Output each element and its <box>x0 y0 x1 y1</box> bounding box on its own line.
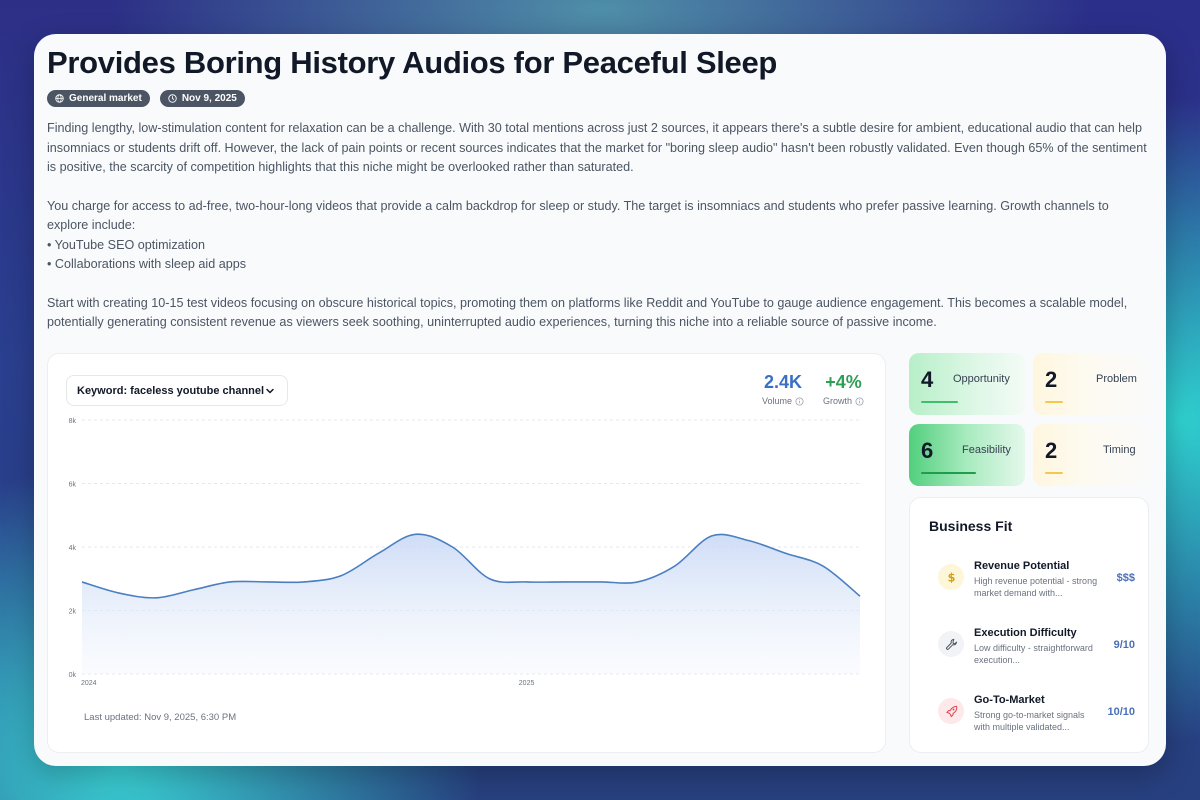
market-badge-label: General market <box>69 93 142 105</box>
y-tick-label: 2k <box>69 609 77 616</box>
page-title: Provides Boring History Audios for Peace… <box>47 45 778 80</box>
description: Finding lengthy, low-stimulation content… <box>47 119 1147 332</box>
last-updated: Last updated: Nov 9, 2025, 6:30 PM <box>84 712 237 723</box>
y-tick-label: 0k <box>69 672 77 679</box>
fit-desc: Strong go-to-market signals with multipl… <box>974 710 1085 732</box>
fit-value: 10/10 <box>1107 706 1135 718</box>
x-tick-label: 2024 <box>81 680 97 687</box>
score-opportunity-label: Opportunity <box>953 373 1010 385</box>
y-tick-label: 8k <box>69 418 77 425</box>
fit-row-execution[interactable]: Execution Difficulty Low difficulty - st… <box>929 627 1135 671</box>
growth-value: +4% <box>825 372 862 392</box>
score-problem-label: Problem <box>1096 373 1137 385</box>
description-paragraph-3: Start with creating 10-15 test videos fo… <box>47 295 1128 330</box>
date-badge[interactable]: Nov 9, 2025 <box>159 90 245 108</box>
date-badge-label: Nov 9, 2025 <box>181 93 237 105</box>
description-paragraph-2: You charge for access to ad-free, two-ho… <box>47 197 1147 275</box>
score-feasibility-value: 6 <box>921 438 934 463</box>
growth-channel-item: • YouTube SEO optimization <box>47 237 205 252</box>
business-fit-title: Business Fit <box>929 518 1013 534</box>
business-fit-card: Business Fit $ Revenue Potential High re… <box>909 497 1149 753</box>
badge-row: General market Nov 9, 2025 <box>47 90 1153 108</box>
score-feasibility-label: Feasibility <box>962 444 1011 456</box>
score-problem-value: 2 <box>1045 367 1058 392</box>
score-timing[interactable]: 2 Timing <box>1033 424 1149 486</box>
info-icon[interactable] <box>795 396 804 406</box>
fit-title: Revenue Potential <box>974 560 1070 572</box>
score-timing-label: Timing <box>1103 444 1136 456</box>
score-opportunity-bar <box>921 401 958 403</box>
growth-label: Growth <box>823 396 853 406</box>
y-tick-label: 6k <box>69 482 77 489</box>
volume-value: 2.4K <box>764 372 803 392</box>
description-paragraph-1: Finding lengthy, low-stimulation content… <box>47 121 1147 174</box>
growth-metric: +4% Growth <box>823 372 864 406</box>
fit-title: Go-To-Market <box>974 694 1045 706</box>
y-tick-label: 4k <box>69 545 77 552</box>
trend-chart-card: Keyword: faceless youtube channel 2.4K V… <box>47 353 886 753</box>
fit-desc: Low difficulty - straightforward executi… <box>974 643 1093 665</box>
score-opportunity-value: 4 <box>921 367 934 392</box>
idea-card: Provides Boring History Audios for Peace… <box>34 34 1166 766</box>
clock-icon <box>168 94 177 103</box>
info-icon[interactable] <box>855 396 864 406</box>
trend-chart: 0k 2k 4k 6k 8k 2024 2025 <box>69 418 861 687</box>
score-opportunity[interactable]: 4 Opportunity <box>909 353 1025 415</box>
keyword-dropdown-label: Keyword: faceless youtube channel <box>77 384 265 397</box>
fit-value: 9/10 <box>1113 639 1135 651</box>
score-timing-value: 2 <box>1045 438 1058 463</box>
volume-metric: 2.4K Volume <box>762 372 804 406</box>
trend-area <box>82 534 860 674</box>
fit-desc: High revenue potential - strong market d… <box>974 576 1098 598</box>
score-feasibility-bar <box>921 472 976 474</box>
fit-row-go-to-market[interactable]: Go-To-Market Strong go-to-market signals… <box>929 694 1135 738</box>
globe-icon <box>55 94 64 103</box>
fit-row-revenue[interactable]: $ Revenue Potential High revenue potenti… <box>929 560 1135 604</box>
wrench-icon <box>945 638 957 650</box>
score-feasibility[interactable]: 6 Feasibility <box>909 424 1025 486</box>
chevron-down-icon <box>266 388 274 394</box>
score-problem-bar <box>1045 401 1063 403</box>
score-timing-bar <box>1045 472 1063 474</box>
fit-value: $$$ <box>1116 572 1135 584</box>
volume-label: Volume <box>762 396 793 406</box>
svg-text:$: $ <box>947 571 955 583</box>
market-badge[interactable]: General market <box>47 90 150 108</box>
x-tick-label: 2025 <box>519 680 535 687</box>
fit-title: Execution Difficulty <box>974 627 1077 639</box>
growth-channel-item: • Collaborations with sleep aid apps <box>47 257 247 272</box>
score-problem[interactable]: 2 Problem <box>1033 353 1149 415</box>
rocket-icon <box>945 705 957 717</box>
description-paragraph-2-intro: You charge for access to ad-free, two-ho… <box>47 198 1109 233</box>
dollar-icon: $ <box>947 571 955 583</box>
keyword-dropdown[interactable]: Keyword: faceless youtube channel <box>66 375 288 406</box>
